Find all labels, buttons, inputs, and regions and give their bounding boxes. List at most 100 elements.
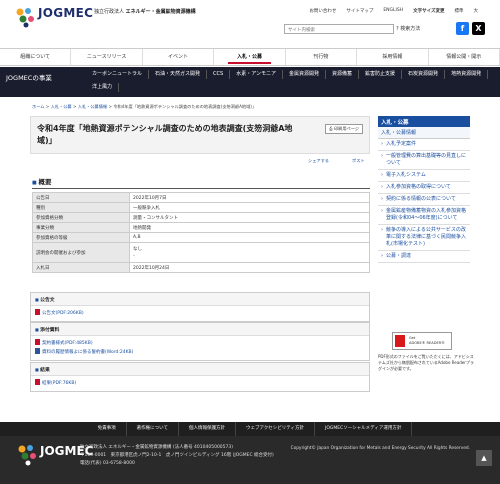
file-link[interactable]: 契約書様式(PDF:485KB) (35, 339, 365, 348)
footer-address: 〒105-0001 東京都港区虎ノ門2-10-1 虎ノ門ツインビルディング 16… (80, 453, 274, 458)
pdf-icon (35, 339, 40, 345)
share-button[interactable]: シェアする (308, 158, 329, 164)
table-value: なし - (129, 242, 370, 263)
top-links: お問い合わせ サイトマップ ENGLISH 文字サイズ変更 標準 大 (309, 8, 478, 14)
footer-link[interactable]: 個人情報保護方針 (179, 422, 237, 436)
footer-link[interactable]: 免責事項 (88, 422, 127, 436)
font-size-normal[interactable]: 標準 (455, 8, 464, 14)
table-row: 事業分類 地熱開発 (32, 222, 370, 233)
gnav-disclosure[interactable]: 情報公開・開示 (429, 49, 500, 65)
notice-heading: 公告文 (31, 293, 369, 306)
file-link[interactable]: 公告文(PDF:206KB) (35, 309, 365, 318)
sidebar: 入札・公募 入札・公募情報 入札予定案件 一般管理費の算出基礎等の見直しについて… (378, 116, 470, 263)
business-nav: JOGMECの事業 カーボンニュートラル 石油・天然ガス開発 CCS 水素・アン… (0, 67, 500, 97)
notice-files: 公告文(PDF:206KB) (31, 306, 369, 321)
search-input[interactable] (284, 24, 394, 34)
table-value: 2022年10月7日 (129, 192, 370, 203)
table-key: 公告日 (32, 192, 130, 203)
gnav-news[interactable]: ニュースリリース (71, 49, 143, 65)
footer-link[interactable]: JOGMECソーシャルメディア運用方針 (315, 422, 413, 436)
jogmec-logo-icon[interactable] (14, 6, 36, 28)
gnav-events[interactable]: イベント (143, 49, 215, 65)
file-link[interactable]: 資料の履歴情報よに係る誓約書(Word:24KB) (35, 348, 365, 357)
tagline-main: エネルギー・金属鉱物資源機構 (125, 9, 196, 15)
sidebar-item[interactable]: 金属鉱産物備蓄物資の入札参加資格登録(令和04〜06年度)について (378, 206, 470, 225)
search-help-link[interactable]: ? 検索方法 (396, 25, 420, 32)
sitemap-link[interactable]: サイトマップ (346, 8, 373, 14)
file-label: 公告文(PDF:206KB) (42, 311, 84, 316)
print-button[interactable]: ⎙ 印刷用ページ (325, 124, 363, 134)
business-nav-item[interactable]: 金属資源開発 (283, 70, 327, 79)
print-icon: ⎙ (329, 126, 333, 131)
sidebar-item[interactable]: 電子入札システム (378, 170, 470, 182)
adobe-reader-badge[interactable]: Get ADOBE® READER® (392, 332, 452, 350)
adobe-icon (395, 335, 405, 347)
business-nav-title: JOGMECの事業 (6, 74, 52, 82)
table-value: 一般競争入札 (129, 202, 370, 213)
page-title: 令和4年度「地熱資源ポテンシャル調査のための地表調査(支笏洞爺A地域)」 (37, 124, 293, 145)
breadcrumb-home[interactable]: ホーム (32, 104, 44, 109)
business-nav-item[interactable]: 鉱害防止支援 (359, 70, 403, 79)
breadcrumb-sep: > (45, 104, 50, 109)
file-label: 契約書様式(PDF:485KB) (42, 341, 93, 346)
x-icon[interactable]: X (472, 22, 485, 35)
contact-link[interactable]: お問い合わせ (309, 8, 336, 14)
sidebar-item[interactable]: 一般管理費の算出基礎等の見直しについて (378, 151, 470, 170)
sidebar-item[interactable]: 公募・調達 (378, 251, 470, 263)
result-files: 結果(PDF:76KB) (31, 376, 369, 391)
business-nav-items: カーボンニュートラル 石油・天然ガス開発 CCS 水素・アンモニア 金属資源開発… (86, 70, 496, 92)
file-link[interactable]: 結果(PDF:76KB) (35, 379, 365, 388)
business-nav-item[interactable]: 水素・アンモニア (230, 70, 283, 79)
overview-heading: 概要 (32, 176, 370, 189)
table-key: 参加資格の等級 (32, 232, 130, 243)
table-value: A,B (129, 232, 370, 243)
attachments-heading: 添付資料 (31, 323, 369, 336)
main-content: 令和4年度「地熱資源ポテンシャル調査のための地表調査(支笏洞爺A地域)」 ⎙ 印… (30, 116, 370, 392)
breadcrumb-sep: > (108, 104, 112, 109)
sidebar-item[interactable]: 入札参加資格の取得について (378, 182, 470, 194)
notice-attachments: 公告文 公告文(PDF:206KB) (30, 292, 370, 322)
sidebar-item[interactable]: 入札予定案件 (378, 139, 470, 151)
english-link[interactable]: ENGLISH (383, 8, 403, 14)
facebook-icon[interactable]: f (456, 22, 469, 35)
footer-logo-icon (18, 445, 36, 466)
attached-documents: 添付資料 契約書様式(PDF:485KB) 資料の履歴情報よに係る誓約書(Wor… (30, 322, 370, 361)
footer-info: 独立行政法人 エネルギー・金属鉱物資源機構 (法人番号 401040500057… (80, 444, 274, 468)
gnav-about[interactable]: 組織について (0, 49, 72, 65)
business-nav-item[interactable]: 石油・天然ガス開発 (149, 70, 208, 79)
breadcrumb-bid-info[interactable]: 入札・公募情報 (78, 104, 107, 109)
sidebar-heading[interactable]: 入札・公募 (378, 116, 470, 127)
gnav-recruit[interactable]: 採用情報 (357, 49, 429, 65)
result-attachments: 結果 結果(PDF:76KB) (30, 362, 370, 392)
post-button[interactable]: ポスト (352, 158, 365, 164)
business-nav-item[interactable]: 洋上風力 (86, 83, 120, 92)
sidebar-item[interactable]: 契約に係る情報の公表について (378, 194, 470, 206)
pdf-icon (35, 379, 40, 385)
file-label: 結果(PDF:76KB) (42, 381, 77, 386)
pdf-icon (35, 309, 40, 315)
sidebar-item[interactable]: 競争の導入による公共サービスの改革に関する法律に基づく民間競争入札(市場化テスト… (378, 225, 470, 251)
business-nav-item[interactable]: CCS (207, 70, 231, 79)
table-key: 事業分類 (32, 222, 130, 233)
page-top-button[interactable]: ▲ (476, 450, 492, 466)
table-key: 説明会の開催および参加 (32, 242, 130, 263)
breadcrumb-current: 令和4年度「地熱資源ポテンシャル調査のための地表調査(支笏洞爺A地域)」 (113, 104, 257, 109)
print-label: 印刷用ページ (333, 126, 359, 131)
business-nav-item[interactable]: 資源備蓄 (326, 70, 360, 79)
table-row: 入札日 2022年10月24日 (32, 262, 370, 273)
adobe-note: PDF形式のファイルをご覧いただくには、アドビシステムズ社から無償配布されている… (378, 354, 474, 371)
title-box: 令和4年度「地熱資源ポテンシャル調査のための地表調査(支笏洞爺A地域)」 ⎙ 印… (30, 116, 370, 154)
business-nav-item[interactable]: 石炭資源開発 (402, 70, 446, 79)
sidebar-subheading[interactable]: 入札・公募情報 (378, 127, 470, 139)
business-nav-item[interactable]: カーボンニュートラル (86, 70, 150, 79)
tagline-prefix: 独立行政法人 (94, 9, 125, 15)
footer-link[interactable]: ウェブアクセシビリティ方針 (236, 422, 316, 436)
footer-link[interactable]: 著作権について (127, 422, 180, 436)
gnav-publications[interactable]: 刊行物 (286, 49, 358, 65)
logo-text[interactable]: JOGMEC (38, 6, 93, 20)
breadcrumb-bids[interactable]: 入札・公募 (51, 104, 72, 109)
font-size-large[interactable]: 大 (474, 8, 479, 14)
gnav-bids[interactable]: 入札・公募 (214, 49, 286, 65)
business-nav-item[interactable]: 地熱資源開発 (445, 70, 489, 79)
table-value: 2022年10月24日 (129, 262, 370, 273)
